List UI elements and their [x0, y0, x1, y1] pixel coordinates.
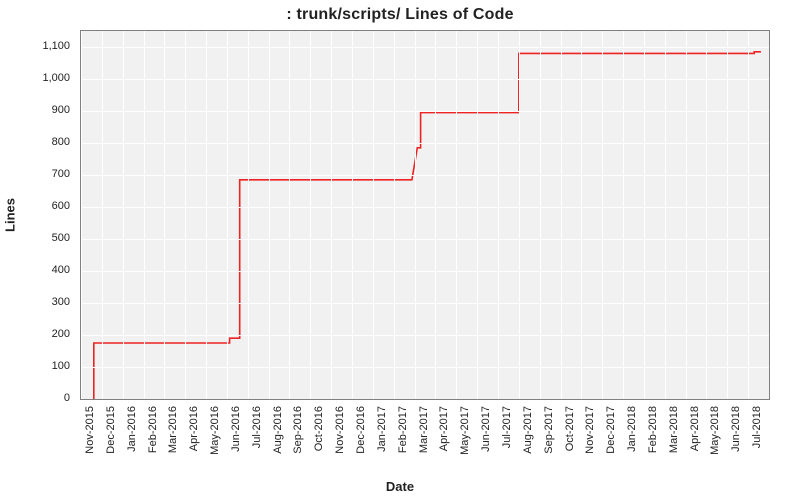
gridline-h	[81, 143, 769, 144]
gridline-v	[310, 31, 311, 399]
gridline-v	[227, 31, 228, 399]
x-axis-ticks: Nov-2015 Dec-2015 Jan-2016 Feb-2016 Mar-2016…	[80, 402, 770, 472]
gridline-h	[81, 367, 769, 368]
y-tick-label: 300	[52, 296, 70, 308]
x-tick-label: Jun-2016	[230, 406, 242, 452]
y-tick-label: 600	[52, 200, 70, 212]
gridline-v	[477, 31, 478, 399]
gridline-v	[686, 31, 687, 399]
y-tick-label: 400	[52, 264, 70, 276]
x-tick-label: May-2017	[459, 406, 471, 455]
gridline-v	[123, 31, 124, 399]
x-tick-label: Mar-2018	[668, 406, 680, 453]
gridline-v	[102, 31, 103, 399]
x-tick-label: Jan-2017	[376, 406, 388, 452]
chart-container: : trunk/scripts/ Lines of Code Lines 010…	[0, 0, 800, 500]
gridline-v	[665, 31, 666, 399]
x-tick-label: Jan-2018	[626, 406, 638, 452]
x-tick-label: Apr-2017	[438, 406, 450, 451]
data-line	[81, 31, 769, 399]
x-tick-label: Feb-2017	[397, 406, 409, 453]
x-tick-label: Jul-2016	[251, 406, 263, 448]
gridline-v	[748, 31, 749, 399]
x-tick-label: Dec-2015	[105, 406, 117, 454]
gridline-v	[269, 31, 270, 399]
gridline-v	[456, 31, 457, 399]
x-tick-label: Nov-2015	[84, 406, 96, 454]
gridline-v	[164, 31, 165, 399]
gridline-v	[706, 31, 707, 399]
x-tick-label: Jun-2018	[730, 406, 742, 452]
gridline-h	[81, 399, 769, 400]
y-tick-label: 800	[52, 136, 70, 148]
gridline-h	[81, 271, 769, 272]
x-tick-label: Apr-2016	[188, 406, 200, 451]
y-tick-label: 1,000	[42, 72, 70, 84]
gridline-v	[602, 31, 603, 399]
plot-area	[80, 30, 770, 400]
gridline-v	[81, 31, 82, 399]
x-tick-label: Feb-2016	[147, 406, 159, 453]
gridline-h	[81, 79, 769, 80]
gridline-v	[144, 31, 145, 399]
y-tick-label: 1,100	[42, 40, 70, 52]
y-tick-label: 500	[52, 232, 70, 244]
gridline-h	[81, 239, 769, 240]
x-tick-label: Jun-2017	[480, 406, 492, 452]
gridline-v	[394, 31, 395, 399]
x-tick-label: Aug-2016	[272, 406, 284, 454]
gridline-v	[206, 31, 207, 399]
gridline-v	[498, 31, 499, 399]
gridline-v	[185, 31, 186, 399]
y-tick-label: 700	[52, 168, 70, 180]
gridline-v	[540, 31, 541, 399]
chart-title: : trunk/scripts/ Lines of Code	[0, 6, 800, 24]
x-tick-label: May-2018	[709, 406, 721, 455]
gridline-v	[623, 31, 624, 399]
x-tick-label: Apr-2018	[689, 406, 701, 451]
gridline-v	[248, 31, 249, 399]
gridline-v	[352, 31, 353, 399]
gridline-v	[644, 31, 645, 399]
y-axis-ticks: 01002003004005006007008009001,0001,100	[0, 30, 76, 400]
gridline-v	[519, 31, 520, 399]
gridline-v	[561, 31, 562, 399]
y-tick-label: 200	[52, 328, 70, 340]
x-tick-label: Nov-2017	[584, 406, 596, 454]
y-tick-label: 100	[52, 360, 70, 372]
x-tick-label: Jan-2016	[126, 406, 138, 452]
x-axis-label: Date	[0, 479, 800, 494]
gridline-h	[81, 175, 769, 176]
gridline-v	[331, 31, 332, 399]
x-tick-label: Oct-2016	[313, 406, 325, 451]
x-tick-label: Aug-2017	[522, 406, 534, 454]
x-tick-label: Jul-2018	[751, 406, 763, 448]
gridline-v	[435, 31, 436, 399]
x-tick-label: Feb-2018	[647, 406, 659, 453]
gridline-h	[81, 335, 769, 336]
gridline-v	[727, 31, 728, 399]
y-tick-label: 0	[64, 392, 70, 404]
x-tick-label: Jul-2017	[501, 406, 513, 448]
gridline-v	[289, 31, 290, 399]
gridline-v	[581, 31, 582, 399]
x-tick-label: Sep-2017	[543, 406, 555, 454]
y-tick-label: 900	[52, 104, 70, 116]
x-tick-label: Mar-2016	[167, 406, 179, 453]
gridline-v	[373, 31, 374, 399]
gridline-h	[81, 207, 769, 208]
x-tick-label: Mar-2017	[418, 406, 430, 453]
x-tick-label: Sep-2016	[292, 406, 304, 454]
gridline-h	[81, 47, 769, 48]
gridline-h	[81, 111, 769, 112]
gridline-h	[81, 303, 769, 304]
x-tick-label: Dec-2016	[355, 406, 367, 454]
gridline-v	[415, 31, 416, 399]
x-tick-label: Nov-2016	[334, 406, 346, 454]
x-tick-label: May-2016	[209, 406, 221, 455]
x-tick-label: Oct-2017	[564, 406, 576, 451]
x-tick-label: Dec-2017	[605, 406, 617, 454]
